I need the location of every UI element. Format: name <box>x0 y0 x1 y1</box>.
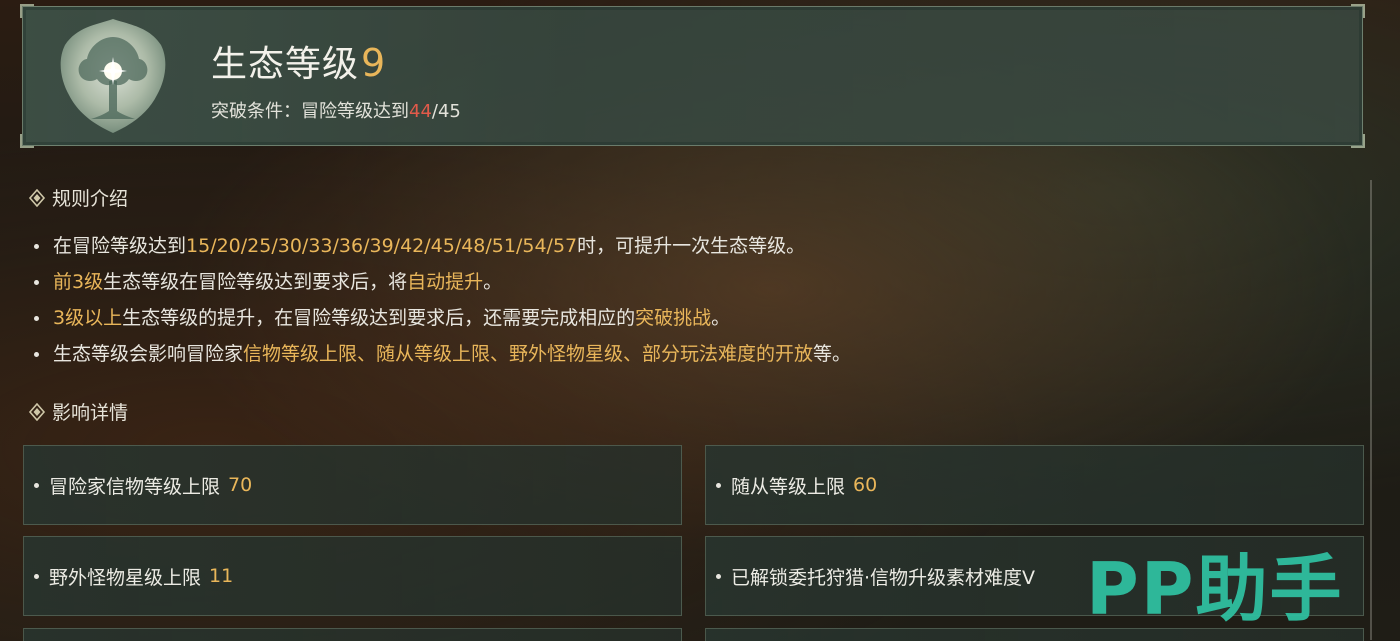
bullet-dot <box>34 351 39 357</box>
rule-text: 生态等级会影响冒险家 <box>53 343 244 365</box>
frame-corner <box>20 4 34 18</box>
bullet-dot <box>716 482 721 488</box>
rule-text: 时，可提升一次生态等级。 <box>577 235 806 257</box>
pp-assistant-watermark: PP助手 <box>1086 547 1344 631</box>
effect-card: 冒险家信物等级上限 70 <box>23 445 682 525</box>
effects-section-header: 影响详情 <box>28 398 128 425</box>
rule-highlight: 3级以上 <box>53 307 123 329</box>
rule-text: 。 <box>483 271 503 293</box>
condition-label: 突破条件：冒险等级达到 <box>211 101 409 122</box>
rules-section-title: 规则介绍 <box>52 188 129 210</box>
rule-highlight: 突破挑战 <box>635 307 712 329</box>
rule-item: 前3级 生态等级在冒险等级达到要求后，将 自动提升。 <box>30 264 851 300</box>
frame-corner <box>20 134 34 148</box>
effect-card: 野外怪物星级上限 11 <box>23 536 682 616</box>
rule-highlight: 信物等级上限、随从等级上限、野外怪物星级、部分玩法难度的开放 <box>243 343 814 365</box>
rule-text: 在冒险等级达到 <box>53 235 187 257</box>
effect-label: 已解锁委托狩猎·信物升级素材难度V <box>731 566 1036 589</box>
effect-label: 冒险家信物等级上限 <box>49 475 221 498</box>
bullet-dot <box>34 482 39 488</box>
page-title: 生态等级 9 <box>211 35 385 87</box>
frame-corner <box>1351 4 1365 18</box>
effect-card <box>23 628 682 641</box>
breakthrough-condition: 突破条件：冒险等级达到44/45 <box>211 97 461 123</box>
rules-list: 在冒险等级达到 15/20/25/30/33/36/39/42/45/48/51/… <box>30 228 851 372</box>
diamond-ornament-icon <box>28 188 46 207</box>
effect-value: 11 <box>209 565 234 587</box>
rule-highlight: 前3级 <box>53 271 104 293</box>
effect-card: 随从等级上限 60 <box>705 445 1364 525</box>
rules-section-header: 规则介绍 <box>28 184 128 211</box>
ecology-level-value: 9 <box>361 41 386 85</box>
rule-text: 。 <box>711 307 731 329</box>
tree-emblem-icon <box>60 19 166 133</box>
effect-value: 60 <box>853 474 878 496</box>
bullet-dot <box>34 243 39 249</box>
bullet-dot <box>34 315 39 321</box>
bullet-dot <box>34 279 39 285</box>
rule-item: 在冒险等级达到 15/20/25/30/33/36/39/42/45/48/51/… <box>30 228 851 264</box>
rule-text: 等。 <box>813 343 852 365</box>
effect-label: 野外怪物星级上限 <box>49 566 202 589</box>
effects-section-title: 影响详情 <box>52 402 129 424</box>
rule-item: 生态等级会影响冒险家 信物等级上限、随从等级上限、野外怪物星级、部分玩法难度的开放… <box>30 336 851 372</box>
rule-item: 3级以上 生态等级的提升，在冒险等级达到要求后，还需要完成相应的 突破挑战。 <box>30 300 851 336</box>
rule-text: 生态等级的提升，在冒险等级达到要求后，还需要完成相应的 <box>122 307 636 329</box>
condition-current-value: 44 <box>409 101 432 122</box>
diamond-ornament-icon <box>28 402 46 421</box>
effect-label: 随从等级上限 <box>731 475 846 498</box>
bullet-dot <box>34 573 39 579</box>
bullet-dot <box>716 573 721 579</box>
title-label: 生态等级 <box>211 44 360 85</box>
scrollbar[interactable] <box>1370 180 1372 640</box>
effect-value: 70 <box>228 474 253 496</box>
rule-text: 生态等级在冒险等级达到要求后，将 <box>103 271 408 293</box>
rule-highlight: 15/20/25/30/33/36/39/42/45/48/51/54/57 <box>186 235 578 257</box>
condition-target-value: /45 <box>431 101 461 122</box>
frame-corner <box>1351 134 1365 148</box>
rule-highlight: 自动提升 <box>407 271 484 293</box>
ecology-level-header: 生态等级 9 突破条件：冒险等级达到44/45 <box>20 4 1365 148</box>
